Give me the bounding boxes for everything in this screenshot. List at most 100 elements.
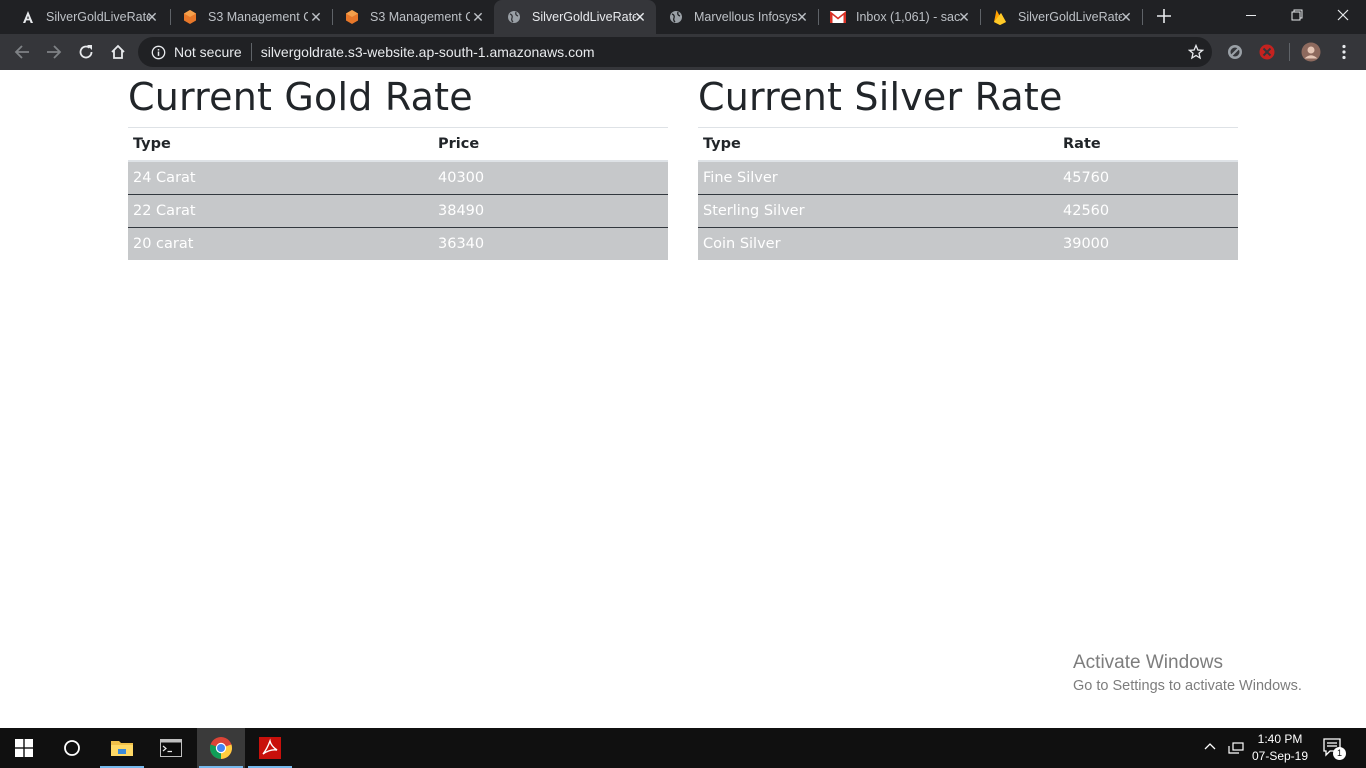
taskbar-chrome[interactable] [197, 728, 245, 768]
tab-title: S3 Management C [370, 10, 470, 24]
new-tab-button[interactable] [1153, 6, 1175, 28]
watermark-subtitle: Go to Settings to activate Windows. [1073, 678, 1302, 694]
tab-marvellous-infosys[interactable]: Marvellous Infosys ✕ [656, 0, 818, 34]
column-header-type: Type [128, 128, 433, 162]
home-icon [111, 44, 125, 59]
terminal-icon [160, 739, 182, 757]
tab-silvergoldliverate-firebase[interactable]: SilverGoldLiveRate ✕ [980, 0, 1142, 34]
minimize-icon [1246, 15, 1256, 16]
browser-tab-strip: SilverGoldLiveRate ✕ S3 Management C ✕ S… [0, 0, 1366, 34]
cortana-circle-icon [64, 740, 80, 756]
browser-menu-button[interactable] [1334, 42, 1354, 62]
back-button[interactable] [10, 40, 34, 64]
table-row: 20 carat 36340 [128, 226, 668, 260]
watermark-title: Activate Windows [1073, 652, 1223, 673]
restore-icon [1291, 9, 1303, 21]
notification-count-badge: 1 [1333, 747, 1346, 760]
tab-s3-management-2[interactable]: S3 Management C ✕ [332, 0, 494, 34]
tray-overflow-chevron-icon[interactable] [1203, 740, 1219, 756]
tab-close-icon[interactable]: ✕ [144, 9, 160, 25]
page-viewport: Current Gold Rate Type Price 24 Carat 40… [0, 70, 1366, 728]
aws-s3-icon [182, 9, 198, 25]
cell-type: 20 carat [128, 226, 433, 260]
arrow-right-icon [47, 45, 62, 59]
profile-avatar[interactable] [1301, 42, 1321, 62]
column-header-rate: Rate [1058, 128, 1238, 162]
toolbar-divider [1289, 43, 1290, 61]
silver-rate-section: Current Silver Rate Type Rate Fine Silve… [698, 70, 1238, 260]
cell-type: Fine Silver [703, 169, 778, 186]
tab-separator [1142, 9, 1143, 25]
system-clock[interactable]: 1:40 PM 07-Sep-19 [1248, 731, 1312, 765]
table-header-row: Type Rate [698, 128, 1238, 162]
reload-button[interactable] [74, 40, 98, 64]
minimize-button[interactable] [1228, 0, 1274, 30]
bookmark-star-icon[interactable] [1187, 43, 1205, 60]
column-header-type: Type [698, 128, 1058, 162]
restore-button[interactable] [1274, 0, 1320, 30]
silver-heading: Current Silver Rate [698, 75, 1063, 119]
info-icon[interactable] [150, 44, 166, 60]
activate-windows-watermark: Activate Windows Go to Settings to activ… [1073, 652, 1302, 694]
tab-silvergoldliverate-active[interactable]: SilverGoldLiveRate ✕ [494, 0, 656, 34]
tab-title: Inbox (1,061) - sac [856, 10, 960, 24]
url-text[interactable]: silvergoldrate.s3-website.ap-south-1.ama… [261, 44, 595, 60]
table-row: Coin Silver 39000 [698, 226, 1238, 260]
tab-title: SilverGoldLiveRate [1018, 10, 1122, 24]
extension-blocker-icon[interactable] [1257, 42, 1277, 62]
taskbar-command-prompt[interactable] [147, 728, 195, 768]
tab-close-icon[interactable]: ✕ [956, 9, 972, 25]
table-row: 24 Carat 40300 [128, 161, 668, 194]
cell-type: Sterling Silver [698, 193, 1058, 227]
gmail-icon [830, 9, 846, 25]
table-header-row: Type Price [128, 128, 668, 162]
forward-button[interactable] [42, 40, 66, 64]
table-row: 22 Carat 38490 [128, 193, 668, 227]
cortana-search-button[interactable] [48, 728, 96, 768]
gold-rate-section: Current Gold Rate Type Price 24 Carat 40… [128, 70, 668, 260]
tab-title: SilverGoldLiveRate [46, 10, 150, 24]
start-button[interactable] [0, 728, 48, 768]
table-row: Fine Silver 45760 [698, 161, 1238, 194]
silver-rate-table: Type Rate Fine Silver 45760 Sterling Sil… [698, 128, 1238, 260]
angular-icon [20, 9, 36, 25]
taskbar-acrobat-reader[interactable] [246, 728, 294, 768]
tab-gmail-inbox[interactable]: Inbox (1,061) - sac ✕ [818, 0, 980, 34]
cell-rate: 42560 [1058, 193, 1238, 227]
tab-close-icon[interactable]: ✕ [470, 9, 486, 25]
tab-close-icon[interactable]: ✕ [794, 9, 810, 25]
taskbar-file-explorer[interactable] [98, 728, 146, 768]
reload-icon [79, 45, 93, 59]
security-status-label[interactable]: Not secure [174, 44, 242, 60]
globe-icon [668, 9, 684, 25]
action-center-button[interactable]: 1 [1322, 737, 1346, 761]
cell-rate: 39000 [1058, 226, 1238, 260]
chrome-icon [209, 737, 233, 759]
omnibox-divider [250, 43, 252, 61]
globe-icon [506, 9, 522, 25]
browser-toolbar: Not secure silvergoldrate.s3-website.ap-… [0, 34, 1366, 70]
cell-price: 40300 [438, 169, 485, 186]
gold-rate-table: Type Price 24 Carat 40300 22 Carat 38490… [128, 128, 668, 260]
plus-icon [1157, 9, 1171, 23]
network-icon[interactable] [1227, 740, 1245, 756]
kebab-menu-icon [1342, 44, 1346, 60]
tab-silvergoldliverate-angular[interactable]: SilverGoldLiveRate ✕ [8, 0, 168, 34]
extension-adblock-icon[interactable] [1225, 42, 1245, 62]
aws-s3-icon [344, 9, 360, 25]
cell-type: 24 Carat [133, 169, 196, 186]
table-row: Sterling Silver 42560 [698, 193, 1238, 227]
address-bar[interactable]: Not secure silvergoldrate.s3-website.ap-… [138, 37, 1212, 67]
home-button[interactable] [106, 40, 130, 64]
tab-close-icon[interactable]: ✕ [308, 9, 324, 25]
cell-price: 38490 [433, 193, 668, 227]
tab-close-icon[interactable]: ✕ [1118, 9, 1134, 25]
clock-date: 07-Sep-19 [1251, 749, 1309, 763]
tab-title: SilverGoldLiveRate [532, 10, 636, 24]
tab-s3-management-1[interactable]: S3 Management C ✕ [170, 0, 332, 34]
tab-close-icon[interactable]: ✕ [632, 9, 648, 25]
cell-price: 36340 [433, 226, 668, 260]
close-window-button[interactable] [1320, 0, 1366, 30]
windows-logo-icon [15, 739, 33, 757]
cell-type: 22 Carat [128, 193, 433, 227]
